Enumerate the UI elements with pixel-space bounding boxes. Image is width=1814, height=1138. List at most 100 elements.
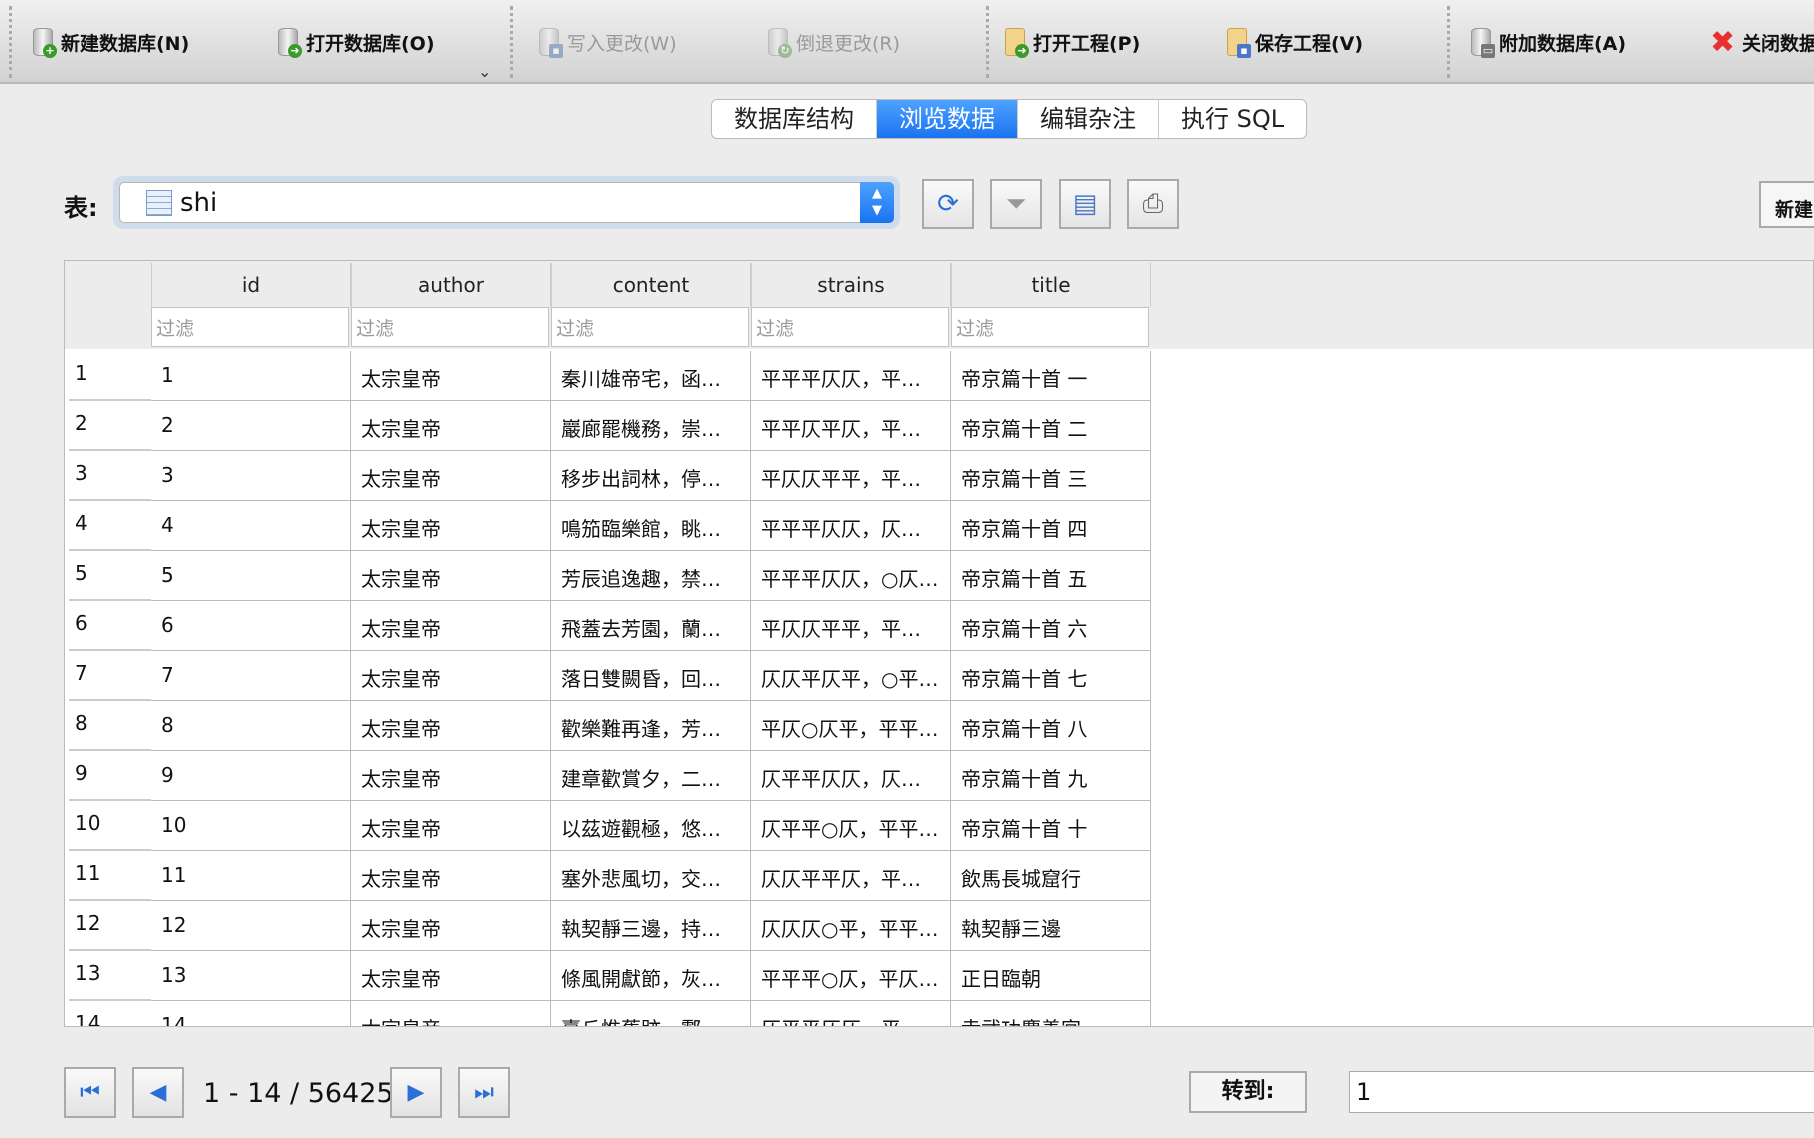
tab-edit-pragmas[interactable]: 编辑杂注 [1018, 100, 1159, 138]
column-header-strains[interactable]: strains [751, 263, 951, 307]
cell-content[interactable]: 條風開獻節，灰… [551, 951, 751, 1001]
row-number[interactable]: 13 [69, 951, 151, 1001]
cell-strains[interactable]: 仄平平仄仄，仄… [751, 751, 951, 801]
cell-content[interactable]: 塞外悲風切，交… [551, 851, 751, 901]
filter-input-author[interactable]: 过滤 [351, 307, 549, 347]
cell-strains[interactable]: 平平平仄仄，平… [751, 351, 951, 401]
attach-database-button[interactable]: ▭ 附加数据库(A) [1467, 24, 1626, 60]
tab-database-structure[interactable]: 数据库结构 [712, 100, 877, 138]
cell-author[interactable]: 太宗皇帝 [351, 451, 551, 501]
write-changes-button[interactable]: ▪ 写入更改(W) [535, 24, 677, 60]
cell-id[interactable]: 6 [151, 601, 351, 651]
new-database-button[interactable]: + 新建数据库(N) [29, 24, 189, 60]
cell-content[interactable]: 建章歡賞夕，二… [551, 751, 751, 801]
cell-strains[interactable]: 平仄仄平平，平… [751, 451, 951, 501]
cell-content[interactable]: 落日雙闕昏，回… [551, 651, 751, 701]
row-number[interactable]: 8 [69, 701, 151, 751]
tab-browse-data[interactable]: 浏览数据 [877, 100, 1018, 138]
cell-title[interactable]: 帝京篇十首 六 [951, 601, 1151, 651]
row-number[interactable]: 11 [69, 851, 151, 901]
cell-strains[interactable]: 平仄仄平平，平… [751, 601, 951, 651]
cell-title[interactable]: 飲馬長城窟行 [951, 851, 1151, 901]
cell-author[interactable]: 太宗皇帝 [351, 901, 551, 951]
cell-id[interactable]: 4 [151, 501, 351, 551]
cell-author[interactable]: 太宗皇帝 [351, 951, 551, 1001]
cell-id[interactable]: 13 [151, 951, 351, 1001]
cell-id[interactable]: 12 [151, 901, 351, 951]
cell-content[interactable]: 巖廊罷機務，崇… [551, 401, 751, 451]
cell-content[interactable]: 歡樂難再逢，芳… [551, 701, 751, 751]
print-button[interactable]: ⎙ [1127, 179, 1179, 229]
next-page-button[interactable]: ▶ [390, 1067, 442, 1118]
cell-title[interactable]: 帝京篇十首 一 [951, 351, 1151, 401]
cell-title[interactable]: 帝京篇十首 七 [951, 651, 1151, 701]
filter-input-id[interactable]: 过滤 [151, 307, 349, 347]
row-number[interactable]: 6 [69, 601, 151, 651]
cell-author[interactable]: 太宗皇帝 [351, 801, 551, 851]
cell-id[interactable]: 8 [151, 701, 351, 751]
row-number[interactable]: 14 [69, 1001, 151, 1026]
cell-strains[interactable]: 仄仄仄○平，平平… [751, 901, 951, 951]
refresh-button[interactable]: ⟳ [922, 179, 974, 229]
cell-strains[interactable]: 平平平仄仄，○仄… [751, 551, 951, 601]
cell-id[interactable]: 3 [151, 451, 351, 501]
cell-title[interactable]: 帝京篇十首 三 [951, 451, 1151, 501]
cell-strains[interactable]: 仄仄平平仄，平… [751, 851, 951, 901]
cell-title[interactable]: 執契靜三邊 [951, 901, 1151, 951]
close-database-button[interactable]: ✖ 关闭数据库 [1710, 24, 1814, 60]
cell-content[interactable]: 臺丘惟舊跡，鄠… [551, 1001, 751, 1026]
goto-input[interactable]: 1 [1349, 1071, 1814, 1113]
cell-content[interactable]: 飛蓋去芳園，蘭… [551, 601, 751, 651]
cell-content[interactable]: 以茲遊觀極，悠… [551, 801, 751, 851]
cell-content[interactable]: 芳辰追逸趣，禁… [551, 551, 751, 601]
row-number[interactable]: 7 [69, 651, 151, 701]
cell-content[interactable]: 執契靜三邊，持… [551, 901, 751, 951]
filter-input-title[interactable]: 过滤 [951, 307, 1149, 347]
table-select[interactable]: shi ▲ ▼ [113, 176, 900, 229]
row-number[interactable]: 4 [69, 501, 151, 551]
cell-content[interactable]: 秦川雄帝宅，函… [551, 351, 751, 401]
column-header-id[interactable]: id [151, 263, 351, 307]
chevron-down-icon[interactable]: ⌄ [478, 62, 491, 81]
first-page-button[interactable]: ⏮ [64, 1067, 116, 1118]
tab-execute-sql[interactable]: 执行 SQL [1159, 100, 1306, 138]
row-number[interactable]: 10 [69, 801, 151, 851]
column-header-title[interactable]: title [951, 263, 1151, 307]
cell-title[interactable]: 帝京篇十首 四 [951, 501, 1151, 551]
row-number[interactable]: 12 [69, 901, 151, 951]
cell-strains[interactable]: 仄平平仄仄，平… [751, 1001, 951, 1026]
filter-input-strains[interactable]: 过滤 [751, 307, 949, 347]
cell-id[interactable]: 10 [151, 801, 351, 851]
cell-title[interactable]: 幸武功慶善宮 [951, 1001, 1151, 1026]
new-record-button[interactable]: 新建 [1759, 181, 1814, 228]
cell-author[interactable]: 太宗皇帝 [351, 701, 551, 751]
cell-author[interactable]: 太宗皇帝 [351, 851, 551, 901]
cell-author[interactable]: 太宗皇帝 [351, 1001, 551, 1026]
open-database-button[interactable]: ➜ 打开数据库(O) [274, 24, 435, 60]
cell-id[interactable]: 5 [151, 551, 351, 601]
cell-author[interactable]: 太宗皇帝 [351, 601, 551, 651]
cell-id[interactable]: 2 [151, 401, 351, 451]
cell-author[interactable]: 太宗皇帝 [351, 651, 551, 701]
revert-changes-button[interactable]: ↻ 倒退更改(R) [764, 24, 900, 60]
last-page-button[interactable]: ⏭ [458, 1067, 510, 1118]
cell-strains[interactable]: 平平仄平仄，平… [751, 401, 951, 451]
column-header-author[interactable]: author [351, 263, 551, 307]
cell-id[interactable]: 9 [151, 751, 351, 801]
row-number[interactable]: 9 [69, 751, 151, 801]
row-number[interactable]: 2 [69, 401, 151, 451]
cell-strains[interactable]: 平仄○仄平，平平… [751, 701, 951, 751]
cell-author[interactable]: 太宗皇帝 [351, 751, 551, 801]
cell-title[interactable]: 帝京篇十首 十 [951, 801, 1151, 851]
cell-strains[interactable]: 仄平平○仄，平平… [751, 801, 951, 851]
row-number[interactable]: 3 [69, 451, 151, 501]
cell-content[interactable]: 移步出詞林，停… [551, 451, 751, 501]
cell-title[interactable]: 正日臨朝 [951, 951, 1151, 1001]
goto-button[interactable]: 转到: [1189, 1071, 1307, 1113]
cell-title[interactable]: 帝京篇十首 九 [951, 751, 1151, 801]
cell-id[interactable]: 7 [151, 651, 351, 701]
column-header-content[interactable]: content [551, 263, 751, 307]
chevron-updown-icon[interactable]: ▲ ▼ [860, 182, 894, 223]
row-number[interactable]: 5 [69, 551, 151, 601]
cell-author[interactable]: 太宗皇帝 [351, 401, 551, 451]
